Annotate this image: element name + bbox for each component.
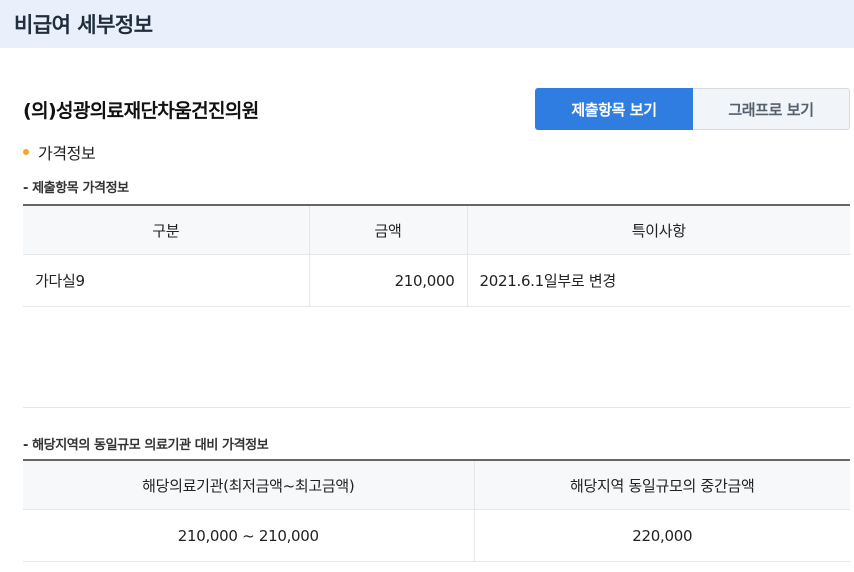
column-header-category: 구분 (23, 205, 309, 255)
table-row: 210,000 ~ 210,000 220,000 (23, 509, 850, 562)
table-row: 가다실9 210,000 2021.6.1일부로 변경 (23, 254, 850, 307)
cell-category: 가다실9 (23, 254, 309, 307)
bullet-dot-icon (23, 149, 29, 155)
cell-range: 210,000 ~ 210,000 (23, 509, 474, 562)
cell-median: 220,000 (473, 509, 850, 562)
price-info-section-title: 가격정보 (23, 140, 96, 164)
section-divider (23, 407, 850, 408)
submitted-price-subtitle: - 제출항목 가격정보 (23, 181, 129, 196)
cell-amount: 210,000 (308, 254, 467, 307)
graph-view-button[interactable]: 그래프로 보기 (693, 88, 850, 130)
table-header-row: 해당의료기관(최저금액~최고금액) 해당지역 동일규모의 중간금액 (23, 460, 850, 510)
submitted-price-table: 구분 금액 특이사항 가다실9 210,000 2021.6.1일부로 변경 (23, 204, 850, 307)
regional-price-table: 해당의료기관(최저금액~최고금액) 해당지역 동일규모의 중간금액 210,00… (23, 459, 850, 562)
column-header-median: 해당지역 동일규모의 중간금액 (473, 460, 850, 510)
page-header: 비급여 세부정보 (0, 0, 854, 48)
column-header-amount: 금액 (308, 205, 467, 255)
column-header-range: 해당의료기관(최저금액~최고금액) (23, 460, 474, 510)
hospital-name: (의)성광의료재단차움건진의원 (23, 100, 259, 122)
column-header-note: 특이사항 (466, 205, 850, 255)
page-title: 비급여 세부정보 (14, 13, 153, 37)
table-header-row: 구분 금액 특이사항 (23, 205, 850, 255)
section-title-label: 가격정보 (38, 144, 96, 163)
regional-price-subtitle: - 해당지역의 동일규모 의료기관 대비 가격정보 (23, 438, 269, 453)
submitted-items-view-button[interactable]: 제출항목 보기 (535, 88, 693, 130)
cell-note: 2021.6.1일부로 변경 (466, 254, 850, 307)
